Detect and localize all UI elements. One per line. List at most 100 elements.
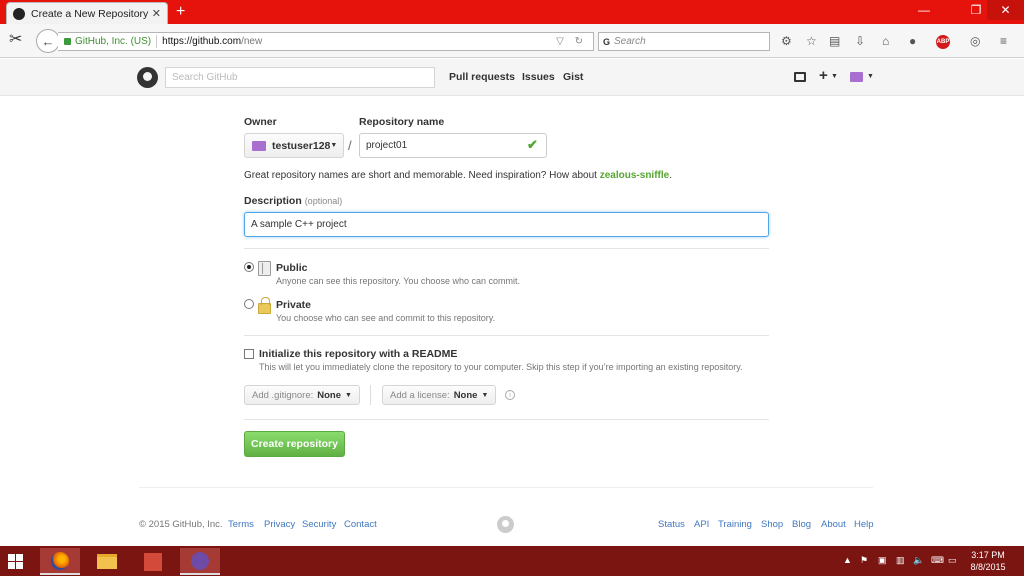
license-select-button[interactable]: Add a license: None ▼ bbox=[382, 385, 497, 405]
public-description: Anyone can see this repository. You choo… bbox=[276, 276, 520, 286]
tab-title: Create a New Repository bbox=[31, 7, 149, 20]
browser-tab[interactable]: Create a New Repository ✕ bbox=[6, 2, 168, 24]
public-radio[interactable] bbox=[244, 262, 254, 272]
user-avatar[interactable] bbox=[850, 72, 863, 82]
footer-link-training[interactable]: Training bbox=[718, 519, 752, 530]
license-label: Add a license: bbox=[390, 389, 450, 401]
optional-label: (optional) bbox=[304, 196, 343, 206]
check-icon: ✔ bbox=[527, 137, 538, 152]
owner-label: Owner bbox=[244, 116, 277, 128]
tray-app-icon[interactable]: ▣ bbox=[878, 555, 887, 566]
reading-list-icon[interactable]: ▤ bbox=[829, 35, 840, 47]
network-icon[interactable]: ▥ bbox=[896, 555, 905, 566]
nav-pull-requests[interactable]: Pull requests bbox=[449, 71, 515, 83]
info-icon[interactable]: i bbox=[505, 390, 515, 400]
close-tab-icon[interactable]: ✕ bbox=[152, 7, 161, 20]
browser-toolbar: ✂ ← GitHub, Inc. (US) https://github.com… bbox=[0, 24, 1024, 58]
github-octocat-icon[interactable] bbox=[137, 67, 158, 88]
menu-icon[interactable]: ≡ bbox=[1000, 35, 1007, 47]
volume-icon[interactable]: 🔈 bbox=[913, 555, 924, 566]
url-host: https://github.com bbox=[162, 36, 242, 47]
adblock-icon[interactable]: ABP bbox=[936, 35, 950, 49]
tray-overflow-icon[interactable]: ▲ bbox=[843, 555, 852, 565]
maximize-window-button[interactable]: ❐ bbox=[962, 0, 990, 20]
create-repository-button[interactable]: Create repository bbox=[244, 431, 345, 457]
footer-link-help[interactable]: Help bbox=[854, 519, 874, 530]
close-window-button[interactable]: ✕ bbox=[987, 0, 1024, 20]
description-input[interactable] bbox=[244, 212, 769, 237]
chevron-down-icon[interactable]: ▼ bbox=[867, 73, 874, 80]
footer-link-api[interactable]: API bbox=[694, 519, 709, 530]
action-center-flag-icon[interactable]: ⚑ bbox=[860, 555, 868, 566]
people-icon bbox=[144, 552, 162, 571]
footer-octocat-icon[interactable] bbox=[497, 516, 514, 533]
license-value: None bbox=[453, 389, 478, 401]
repo-name-hint: Great repository names are short and mem… bbox=[244, 170, 672, 181]
scissors-icon[interactable]: ✂ bbox=[9, 32, 22, 48]
readme-title[interactable]: Initialize this repository with a README bbox=[259, 348, 457, 360]
chevron-down-icon: ▼ bbox=[330, 142, 338, 149]
globe-icon[interactable]: ◎ bbox=[970, 35, 980, 47]
footer-link-status[interactable]: Status bbox=[658, 519, 685, 530]
gitignore-value: None bbox=[317, 389, 342, 401]
divider bbox=[244, 248, 769, 249]
windows-start-icon[interactable] bbox=[8, 554, 24, 569]
private-description: You choose who can see and commit to thi… bbox=[276, 313, 496, 323]
home-icon[interactable]: ⌂ bbox=[882, 35, 889, 47]
github-search-input[interactable] bbox=[165, 67, 435, 88]
browser-search-placeholder: Search bbox=[614, 36, 646, 47]
taskbar-github-desktop[interactable] bbox=[180, 548, 220, 575]
download-icon[interactable]: ⇩ bbox=[855, 35, 865, 47]
chevron-down-icon: ▼ bbox=[345, 391, 352, 399]
nav-gist[interactable]: Gist bbox=[563, 71, 583, 83]
owner-select-button[interactable]: testuser128 ▼ bbox=[244, 133, 344, 158]
private-radio[interactable] bbox=[244, 299, 254, 309]
nav-issues[interactable]: Issues bbox=[522, 71, 555, 83]
private-title[interactable]: Private bbox=[276, 299, 311, 311]
footer-link-shop[interactable]: Shop bbox=[761, 519, 783, 530]
create-new-plus-icon[interactable]: + bbox=[819, 67, 828, 84]
taskbar-people[interactable] bbox=[133, 548, 173, 575]
firefox-icon bbox=[51, 551, 69, 570]
private-lock-icon bbox=[258, 297, 271, 314]
clock-time: 3:17 PM bbox=[971, 550, 1005, 560]
extension-icon[interactable]: ⚙ bbox=[781, 35, 792, 47]
owner-avatar bbox=[252, 140, 266, 151]
search-engine-icon: G bbox=[603, 36, 611, 47]
repository-name-label: Repository name bbox=[359, 116, 445, 128]
repository-name-input[interactable] bbox=[359, 133, 547, 158]
github-favicon-icon bbox=[13, 7, 25, 20]
taskbar-clock[interactable]: 3:17 PM 8/8/2015 bbox=[966, 549, 1010, 573]
footer-link-terms[interactable]: Terms bbox=[228, 519, 254, 530]
gitignore-select-button[interactable]: Add .gitignore: None ▼ bbox=[244, 385, 360, 405]
url-dropdown-reload-icons[interactable]: ▽ ↻ bbox=[556, 36, 587, 47]
button-separator bbox=[370, 385, 371, 405]
taskbar-firefox[interactable] bbox=[40, 548, 80, 575]
chevron-down-icon: ▼ bbox=[481, 391, 489, 399]
hint-end: . bbox=[669, 170, 672, 181]
new-tab-button[interactable]: + bbox=[176, 3, 185, 21]
footer-link-about[interactable]: About bbox=[821, 519, 846, 530]
address-bar[interactable]: GitHub, Inc. (US) https://github.com /ne… bbox=[58, 32, 594, 51]
chat-icon[interactable]: ● bbox=[909, 35, 916, 47]
footer-link-contact[interactable]: Contact bbox=[344, 519, 377, 530]
minimize-window-button[interactable]: — bbox=[910, 0, 938, 20]
public-title[interactable]: Public bbox=[276, 262, 308, 274]
bookmark-star-icon[interactable]: ☆ bbox=[806, 35, 817, 47]
footer-link-security[interactable]: Security bbox=[302, 519, 336, 530]
lock-icon bbox=[64, 38, 71, 45]
clock-date: 8/8/2015 bbox=[970, 562, 1006, 572]
keyboard-icon[interactable]: ⌨ bbox=[931, 555, 944, 566]
chevron-down-icon[interactable]: ▼ bbox=[831, 73, 838, 80]
footer-link-blog[interactable]: Blog bbox=[792, 519, 811, 530]
notifications-inbox-icon[interactable] bbox=[794, 72, 806, 82]
repo-book-icon bbox=[258, 261, 271, 276]
site-identity[interactable]: GitHub, Inc. (US) bbox=[75, 36, 151, 47]
tray-monitor-icon[interactable]: ▭ bbox=[948, 555, 957, 566]
footer-link-privacy[interactable]: Privacy bbox=[264, 519, 295, 530]
browser-search-bar[interactable]: G Search bbox=[598, 32, 770, 51]
back-button[interactable]: ← bbox=[36, 29, 60, 53]
readme-checkbox[interactable] bbox=[244, 349, 254, 359]
name-suggestion-link[interactable]: zealous-sniffle bbox=[600, 170, 669, 181]
taskbar-file-explorer[interactable] bbox=[87, 548, 127, 575]
